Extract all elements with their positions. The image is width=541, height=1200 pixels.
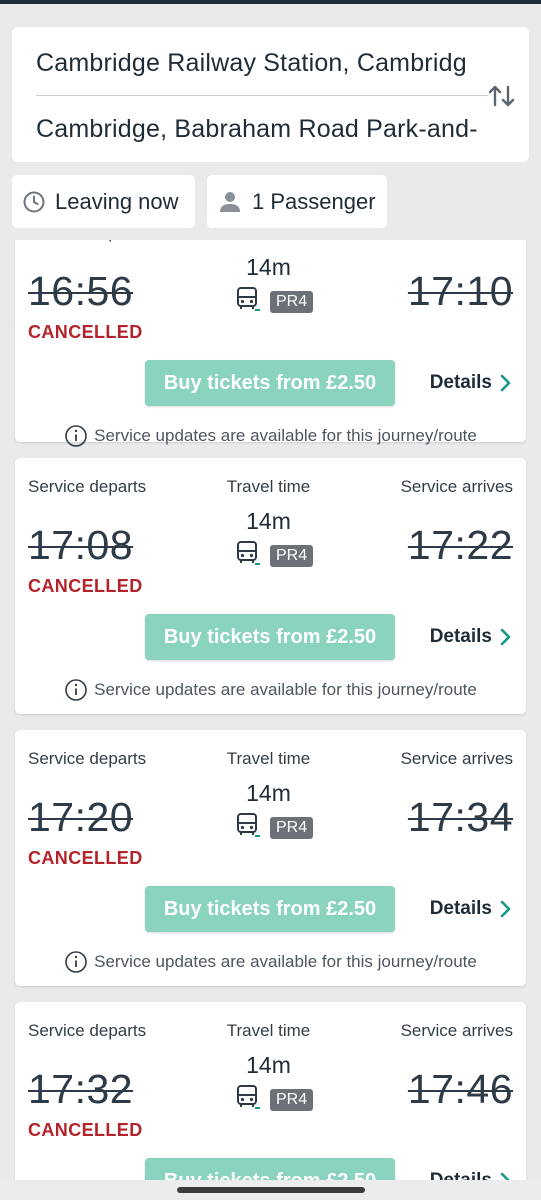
passenger-filter-chip[interactable]: 1 Passenger [207,175,387,228]
notice-text: Service updates are available for this j… [94,680,477,699]
journey-card[interactable]: Service departs Travel time Service arri… [15,240,526,447]
route-selector: Cambridge Railway Station, Cambridg Camb… [12,27,529,162]
buy-tickets-button[interactable]: Buy tickets from £2.50 [145,886,395,932]
journey-card[interactable]: Service departs Travel time Service arri… [15,730,526,986]
arrival-time: 17:22 [407,522,513,568]
journey-results-list[interactable]: Service departs Travel time Service arri… [0,240,541,1200]
notice-text: Service updates are available for this j… [94,952,477,971]
chevron-right-icon [500,628,512,646]
notice-text: Service updates are available for this j… [94,426,477,445]
details-label: Details [429,626,492,647]
arrives-label: Service arrives [400,477,513,496]
journey-card[interactable]: Service departs Travel time Service arri… [15,1002,526,1200]
info-icon [64,424,88,448]
clock-icon [22,190,46,214]
chevron-right-icon [500,374,512,392]
journey-modes: PR4 [235,540,314,571]
time-filter-label: Leaving now [55,188,179,214]
journey-modes: PR4 [235,812,314,843]
info-icon [64,950,88,974]
route-badge: PR4 [270,1088,314,1111]
route-badge: PR4 [270,544,314,567]
departure-time: 17:20 [28,794,134,840]
time-filter-chip[interactable]: Leaving now [12,175,195,228]
info-icon [64,678,88,702]
bus-icon [235,286,261,317]
service-update-notice[interactable]: Service updates are available for this j… [15,424,526,448]
arrival-time: 17:34 [407,794,513,840]
details-label: Details [429,898,492,919]
home-indicator[interactable] [177,1187,365,1193]
arrives-label: Service arrives [401,240,513,243]
passenger-filter-label: 1 Passenger [252,188,376,214]
journey-modes: PR4 [235,1084,314,1115]
arrives-label: Service arrives [400,749,513,768]
swap-icon[interactable] [487,83,517,109]
details-link[interactable]: Details [430,898,512,920]
destination-field[interactable]: Cambridge, Babraham Road Park-and- [36,115,482,144]
origin-field[interactable]: Cambridge Railway Station, Cambridg [36,49,482,78]
arrives-label: Service arrives [400,1021,513,1040]
details-label: Details [429,372,492,393]
departure-time: 17:32 [28,1066,134,1112]
person-icon [217,190,243,214]
buy-tickets-button[interactable]: Buy tickets from £2.50 [145,360,395,406]
journey-card[interactable]: Service departs Travel time Service arri… [15,458,526,714]
chevron-right-icon [500,900,512,918]
cancelled-status: CANCELLED [28,1120,143,1140]
cancelled-status: CANCELLED [28,322,143,342]
details-link[interactable]: Details [430,626,512,648]
departure-time: 16:56 [28,268,134,314]
details-link[interactable]: Details [430,372,512,394]
journey-modes: PR4 [235,286,314,317]
bus-icon [235,812,261,843]
bus-icon [235,540,261,571]
route-badge: PR4 [270,290,314,313]
departure-time: 17:08 [28,522,134,568]
bus-icon [235,1084,261,1115]
status-bar [0,0,541,4]
service-update-notice[interactable]: Service updates are available for this j… [15,678,526,702]
arrival-time: 17:46 [407,1066,513,1112]
buy-tickets-button[interactable]: Buy tickets from £2.50 [145,614,395,660]
cancelled-status: CANCELLED [28,576,143,596]
divider [36,95,488,96]
route-badge: PR4 [270,816,314,839]
cancelled-status: CANCELLED [28,848,143,868]
arrival-time: 17:10 [407,268,513,314]
service-update-notice[interactable]: Service updates are available for this j… [15,950,526,974]
